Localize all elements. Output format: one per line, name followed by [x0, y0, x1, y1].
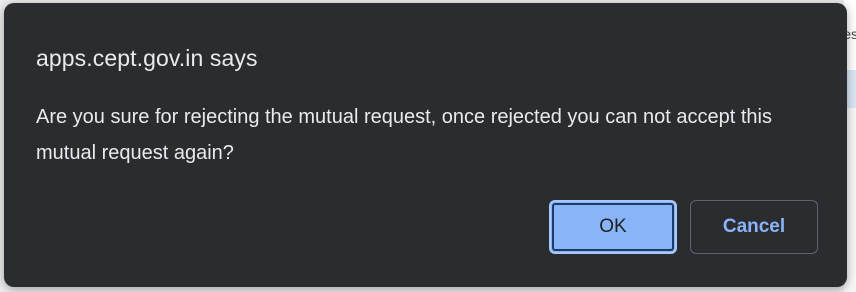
dialog-message: Are you sure for rejecting the mutual re…: [36, 106, 772, 164]
dialog-title: apps.cept.gov.in says: [36, 45, 258, 71]
cancel-button[interactable]: Cancel: [690, 200, 818, 254]
ok-button[interactable]: OK: [549, 200, 677, 254]
confirm-dialog: apps.cept.gov.in says Are you sure for r…: [4, 3, 847, 287]
